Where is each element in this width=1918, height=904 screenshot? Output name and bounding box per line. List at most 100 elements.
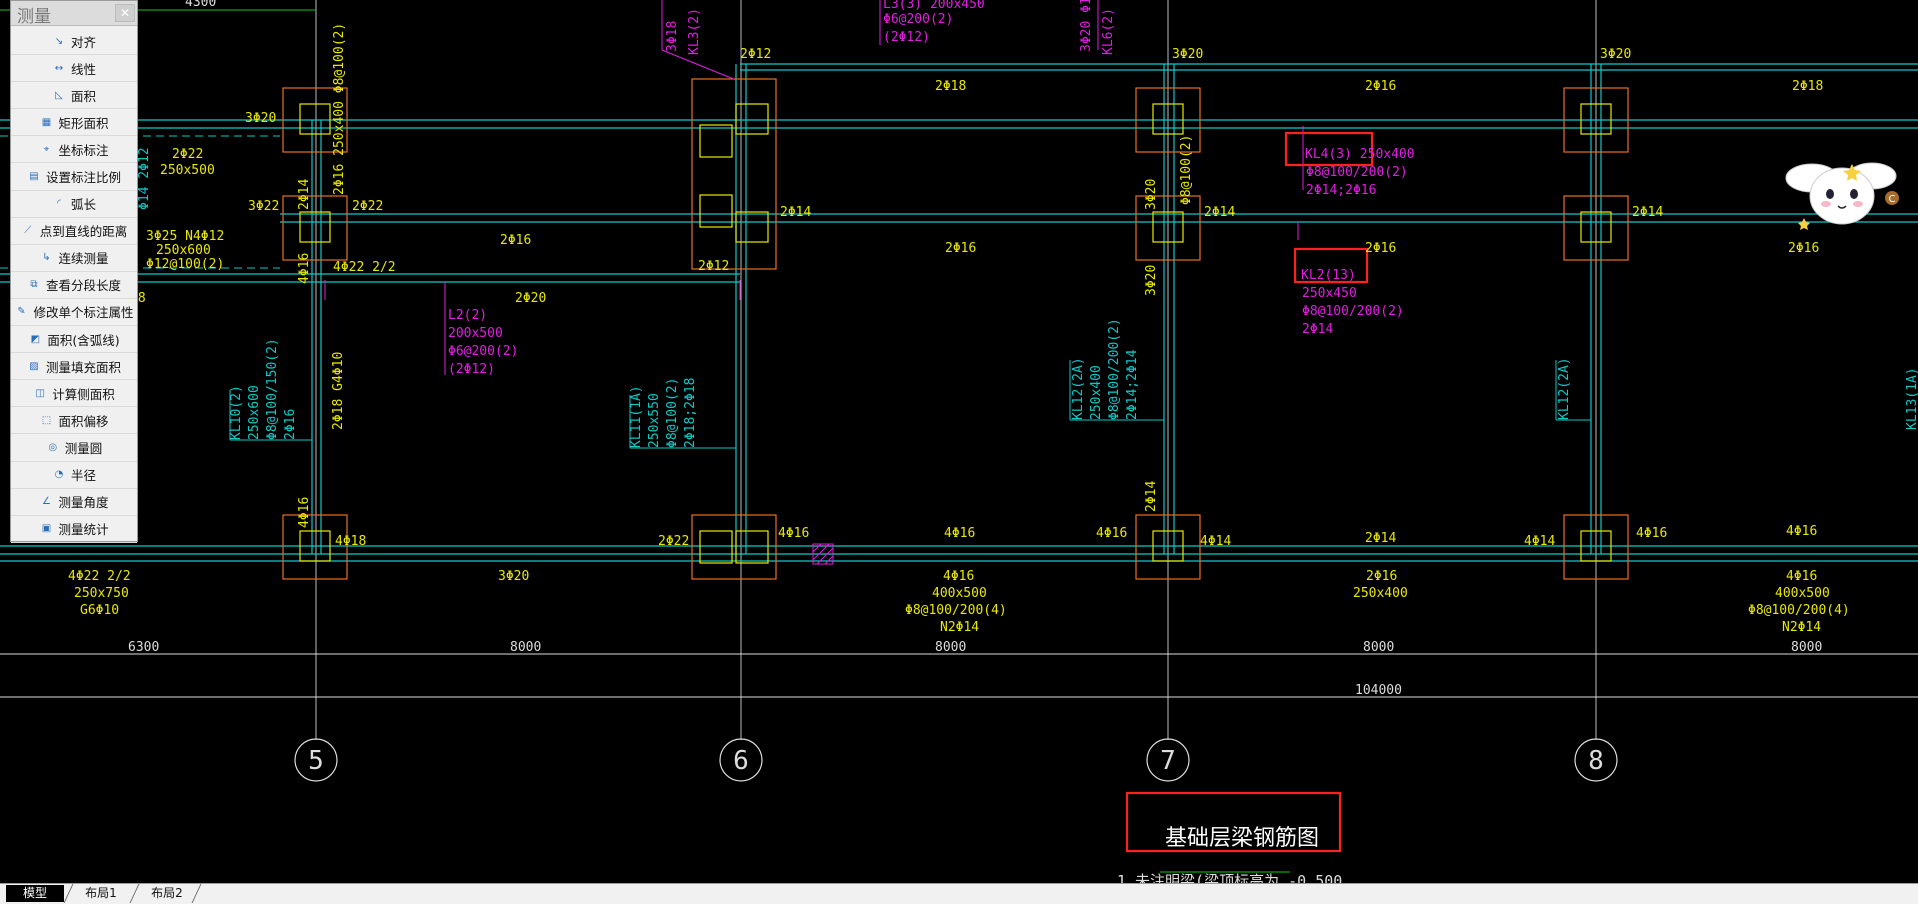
measure-item-linear[interactable]: ↔ 线性 bbox=[11, 55, 137, 83]
svg-text:L2(2): L2(2) bbox=[448, 308, 487, 323]
svg-text:4Φ16: 4Φ16 bbox=[1786, 569, 1817, 584]
measure-item-circle[interactable]: ◎ 测量圆 bbox=[11, 434, 137, 462]
measure-item-radius[interactable]: ◔ 半径 bbox=[11, 462, 137, 489]
svg-text:2Φ14: 2Φ14 bbox=[1204, 205, 1235, 220]
drawing-title: 基础层梁钢筋图 bbox=[1165, 826, 1319, 851]
svg-text:Φ8@100/200(4): Φ8@100/200(4) bbox=[905, 603, 1007, 618]
svg-text:Φ8@100/200(2): Φ8@100/200(2) bbox=[1302, 304, 1404, 319]
span-dim-5: 8000 bbox=[1791, 640, 1822, 655]
svg-text:250x750: 250x750 bbox=[74, 586, 129, 601]
svg-text:400x500: 400x500 bbox=[932, 586, 987, 601]
tab-layout2[interactable]: 布局2 bbox=[138, 885, 196, 902]
circle-icon: ◎ bbox=[48, 441, 58, 453]
svg-text:4Φ16: 4Φ16 bbox=[1096, 526, 1127, 541]
measure-item-align[interactable]: ↘ 对齐 bbox=[11, 28, 137, 56]
measure-item-side-area[interactable]: ◫ 计算侧面积 bbox=[11, 380, 137, 408]
scale-icon: ▤ bbox=[29, 171, 39, 183]
measure-item-segment[interactable]: ⧉ 查看分段长度 bbox=[11, 272, 137, 299]
mascot-sticker-icon: C bbox=[1785, 162, 1899, 230]
svg-text:2Φ14: 2Φ14 bbox=[297, 179, 312, 210]
svg-text:2Φ14: 2Φ14 bbox=[1365, 531, 1396, 546]
close-icon[interactable]: ✕ bbox=[115, 4, 135, 22]
svg-text:4Φ16: 4Φ16 bbox=[944, 526, 975, 541]
svg-text:N2Φ14: N2Φ14 bbox=[940, 620, 979, 635]
svg-text:3Φ25 N4Φ12: 3Φ25 N4Φ12 bbox=[146, 229, 224, 244]
measure-item-scale[interactable]: ▤ 设置标注比例 bbox=[11, 163, 137, 191]
svg-text:2Φ20: 2Φ20 bbox=[515, 291, 546, 306]
svg-text:4Φ16: 4Φ16 bbox=[1786, 524, 1817, 539]
svg-text:2Φ14: 2Φ14 bbox=[780, 205, 811, 220]
svg-text:3Φ20: 3Φ20 bbox=[1144, 265, 1159, 296]
svg-text:2Φ18: 2Φ18 bbox=[1792, 79, 1823, 94]
tab-layout1[interactable]: 布局1 bbox=[72, 885, 130, 902]
measure-item-angle[interactable]: ∠ 测量角度 bbox=[11, 489, 137, 516]
stats-icon: ▣ bbox=[41, 523, 52, 535]
svg-text:4Φ16: 4Φ16 bbox=[1636, 526, 1667, 541]
arc-icon: ◜ bbox=[57, 198, 61, 210]
align-dim-icon: ↘ bbox=[54, 35, 64, 47]
cad-drawing-canvas[interactable]: 5 6 7 8 4300 6300 8000 8000 8000 8000 10… bbox=[0, 0, 1918, 883]
svg-text:2Φ16: 2Φ16 bbox=[1365, 241, 1396, 256]
measure-item-hatch-area[interactable]: ▨ 测量填充面积 bbox=[11, 353, 137, 381]
svg-text:2Φ18;2Φ18: 2Φ18;2Φ18 bbox=[683, 378, 698, 448]
svg-text:250x600: 250x600 bbox=[156, 243, 211, 258]
svg-text:KL4(3) 250x400: KL4(3) 250x400 bbox=[1305, 147, 1415, 162]
svg-text:4Φ16: 4Φ16 bbox=[943, 569, 974, 584]
svg-text:4Φ16: 4Φ16 bbox=[297, 253, 312, 284]
svg-text:250x600: 250x600 bbox=[247, 385, 262, 440]
svg-text:2Φ18: 2Φ18 bbox=[935, 79, 966, 94]
continuous-icon: ↳ bbox=[42, 252, 51, 264]
svg-text:C: C bbox=[1889, 194, 1896, 205]
svg-text:2Φ18 G4Φ10: 2Φ18 G4Φ10 bbox=[331, 352, 346, 430]
axis-label-6: 6 bbox=[733, 746, 749, 776]
offset-icon: ⬚ bbox=[41, 414, 52, 426]
measure-item-rect-area[interactable]: ▦ 矩形面积 bbox=[11, 109, 137, 137]
tab-model[interactable]: 模型 bbox=[6, 885, 64, 902]
span-dim-3: 8000 bbox=[935, 640, 966, 655]
svg-text:2Φ14: 2Φ14 bbox=[1632, 205, 1663, 220]
svg-text:2Φ22: 2Φ22 bbox=[172, 147, 203, 162]
svg-text:4Φ18: 4Φ18 bbox=[335, 534, 366, 549]
svg-text:KL12(2A): KL12(2A) bbox=[1557, 357, 1572, 420]
axis-label-5: 5 bbox=[308, 746, 324, 776]
svg-text:250x450: 250x450 bbox=[1302, 286, 1357, 301]
measure-item-edit-dim[interactable]: ✎ 修改单个标注属性 bbox=[11, 299, 137, 327]
svg-text:2Φ14;2Φ16: 2Φ14;2Φ16 bbox=[1306, 183, 1376, 198]
measure-item-offset[interactable]: ⬚ 面积偏移 bbox=[11, 407, 137, 435]
measure-item-area[interactable]: ◺ 面积 bbox=[11, 82, 137, 110]
svg-text:2Φ22: 2Φ22 bbox=[352, 199, 383, 214]
svg-text:KL12(2A): KL12(2A) bbox=[1071, 357, 1086, 420]
svg-text:2Φ16: 2Φ16 bbox=[1366, 569, 1397, 584]
measure-item-stats[interactable]: ▣ 测量统计 bbox=[11, 516, 137, 543]
total-dim: 104000 bbox=[1355, 683, 1402, 698]
panel-title: 测量 bbox=[17, 7, 51, 27]
svg-text:3Φ20: 3Φ20 bbox=[1144, 179, 1159, 210]
hatch-area-icon: ▨ bbox=[29, 360, 39, 372]
measure-item-continuous[interactable]: ↳ 连续测量 bbox=[11, 245, 137, 272]
span-dim-4: 8000 bbox=[1363, 640, 1394, 655]
svg-text:N2Φ14: N2Φ14 bbox=[1782, 620, 1821, 635]
svg-text:3Φ20: 3Φ20 bbox=[1600, 47, 1631, 62]
panel-titlebar[interactable]: 测量 ✕ bbox=[11, 1, 137, 27]
bottom-note: 1.未注明梁(梁顶标高为 -0.500 bbox=[1117, 872, 1342, 883]
svg-text:(2Φ12): (2Φ12) bbox=[448, 362, 495, 377]
rect-area-icon: ▦ bbox=[41, 116, 52, 128]
span-dim-1: 6300 bbox=[128, 640, 159, 655]
svg-text:Φ8@100(2): Φ8@100(2) bbox=[665, 378, 680, 448]
svg-text:G6Φ10: G6Φ10 bbox=[80, 603, 119, 618]
measure-item-coord[interactable]: ⌖ 坐标标注 bbox=[11, 136, 137, 164]
svg-text:3Φ20: 3Φ20 bbox=[245, 111, 276, 126]
svg-text:Φ6@200(2): Φ6@200(2) bbox=[883, 12, 953, 27]
svg-text:2Φ16: 2Φ16 bbox=[945, 241, 976, 256]
segment-icon: ⧉ bbox=[30, 279, 38, 291]
edit-dim-icon: ✎ bbox=[17, 306, 26, 318]
measure-item-arc-area[interactable]: ◩ 面积(含弧线) bbox=[11, 326, 137, 354]
layout-tab-bar: 模型 布局1 布局2 bbox=[0, 883, 1918, 904]
svg-text:250x400: 250x400 bbox=[1089, 365, 1104, 420]
svg-text:2Φ16: 2Φ16 bbox=[1365, 79, 1396, 94]
radius-icon: ◔ bbox=[54, 469, 64, 481]
svg-text:L3(3) 200x450: L3(3) 200x450 bbox=[883, 0, 985, 12]
measure-item-arc[interactable]: ◜ 弧长 bbox=[11, 191, 137, 218]
measure-item-point-line[interactable]: ⟋ 点到直线的距离 bbox=[11, 218, 137, 245]
svg-text:3Φ20 Φ10@100: 3Φ20 Φ10@100 bbox=[1079, 0, 1094, 52]
